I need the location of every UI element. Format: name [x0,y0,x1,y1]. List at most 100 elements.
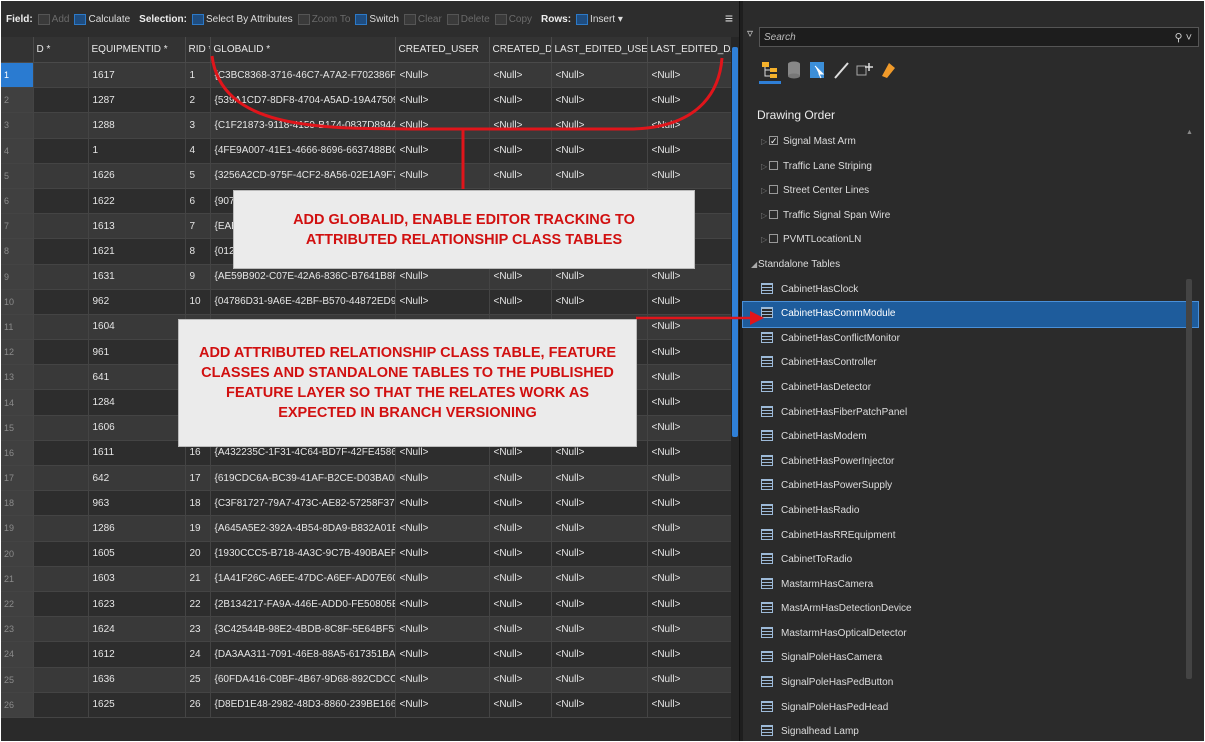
equipmentid-cell[interactable]: 1287 [88,87,186,114]
objectid-cell[interactable] [33,314,89,341]
column-header[interactable]: D * [33,37,89,63]
objectid-cell[interactable] [33,515,89,542]
visibility-checkbox[interactable] [769,209,778,219]
objectid-cell[interactable] [33,138,89,164]
last-edited-date-cell[interactable]: <Null> [647,87,732,114]
standalone-table-item[interactable]: CabinetHasRadio [743,499,1198,524]
objectid-cell[interactable] [33,566,89,592]
last-edited-date-cell[interactable]: <Null> [647,314,732,341]
globalid-cell[interactable]: {C3F81727-79A7-473C-AE82-57258F37D3C5} [210,490,396,517]
created-user-cell[interactable]: <Null> [395,692,490,718]
created-user-cell[interactable]: <Null> [395,289,490,315]
rid-cell[interactable]: 4 [185,138,211,164]
layer-item[interactable]: ▷ PVMTLocationLN [743,228,1198,253]
last-edited-user-cell[interactable]: <Null> [551,692,648,718]
last-edited-user-cell[interactable]: <Null> [551,138,648,164]
last-edited-date-cell[interactable]: <Null> [647,515,732,542]
last-edited-user-cell[interactable]: <Null> [551,541,648,567]
objectid-cell[interactable] [33,389,89,416]
created-date-cell[interactable]: <Null> [489,163,552,189]
last-edited-user-cell[interactable]: <Null> [551,112,648,139]
created-user-cell[interactable]: <Null> [395,465,490,492]
last-edited-user-cell[interactable]: <Null> [551,616,648,643]
created-date-cell[interactable]: <Null> [489,591,552,618]
row-number-cell[interactable]: 18 [1,490,34,517]
select-by-attributes-button[interactable]: Select By Attributes [191,13,293,25]
objectid-cell[interactable] [33,667,89,693]
standalone-table-item[interactable]: CabinetHasRREquipment [743,524,1198,549]
created-date-cell[interactable]: <Null> [489,641,552,668]
visibility-checkbox[interactable] [769,185,778,195]
standalone-table-item[interactable]: CabinetHasDetector [743,376,1198,401]
table-menu-icon[interactable]: ≡ [725,11,733,25]
contents-search-input[interactable]: Search ⚲ ˅ [759,27,1199,47]
created-user-cell[interactable]: <Null> [395,616,490,643]
contents-scroll-thumb[interactable] [1186,279,1192,679]
row-number-cell[interactable]: 1 [1,62,34,89]
standalone-table-item[interactable]: MastarmHasCamera [743,573,1198,598]
last-edited-date-cell[interactable]: <Null> [647,112,732,139]
globalid-cell[interactable]: {D8ED1E48-2982-48D3-8860-239BE1667245} [210,692,396,718]
insert-rows-button[interactable]: Insert ▾ [576,13,623,25]
table-row[interactable]: 212872{539A1CD7-8DF8-4704-A5AD-19A475090… [1,87,732,114]
objectid-cell[interactable] [33,641,89,668]
equipmentid-cell[interactable]: 1636 [88,667,186,693]
last-edited-date-cell[interactable]: <Null> [647,541,732,567]
equipmentid-cell[interactable]: 1624 [88,616,186,643]
table-row[interactable]: 516265{3256A2CD-975F-4CF2-8A56-02E1A9F7E… [1,163,732,189]
created-user-cell[interactable]: <Null> [395,541,490,567]
created-user-cell[interactable]: <Null> [395,490,490,517]
expand-icon[interactable]: ▷ [761,137,767,146]
last-edited-user-cell[interactable]: <Null> [551,566,648,592]
clear-button[interactable]: Clear [403,13,442,25]
rid-cell[interactable]: 1 [185,62,211,89]
last-edited-date-cell[interactable]: <Null> [647,566,732,592]
data-source-view-icon[interactable] [783,59,805,81]
standalone-table-item[interactable]: CabinetToRadio [743,548,1198,573]
equipmentid-cell[interactable]: 963 [88,490,186,517]
row-number-cell[interactable]: 24 [1,641,34,668]
zoom-to-button[interactable]: Zoom To [297,13,350,25]
created-date-cell[interactable]: <Null> [489,465,552,492]
row-header-corner[interactable] [1,37,34,63]
objectid-cell[interactable] [33,112,89,139]
row-number-cell[interactable]: 11 [1,314,34,341]
equipmentid-cell[interactable]: 1604 [88,314,186,341]
table-vertical-scrollbar[interactable] [731,37,739,741]
created-date-cell[interactable]: <Null> [489,289,552,315]
standalone-table-item[interactable]: CabinetHasCommModule [742,301,1199,328]
last-edited-date-cell[interactable]: <Null> [647,289,732,315]
table-row[interactable]: 24 1612 24 {DA3AA311-7091-46E8-88A5-617351B… [1,641,732,668]
equipmentid-cell[interactable]: 1612 [88,641,186,668]
row-number-cell[interactable]: 17 [1,465,34,492]
visibility-checkbox[interactable]: ✓ [769,136,778,146]
scroll-up-icon[interactable]: ▲ [1186,129,1193,136]
created-date-cell[interactable]: <Null> [489,515,552,542]
last-edited-date-cell[interactable]: <Null> [647,364,732,391]
objectid-cell[interactable] [33,440,89,467]
last-edited-user-cell[interactable]: <Null> [551,667,648,693]
last-edited-user-cell[interactable]: <Null> [551,62,648,89]
last-edited-date-cell[interactable]: <Null> [647,138,732,164]
drawing-order-view-icon[interactable] [759,59,781,84]
row-number-cell[interactable]: 8 [1,238,34,265]
objectid-cell[interactable] [33,238,89,265]
rid-cell[interactable]: 20 [185,541,211,567]
row-number-cell[interactable]: 10 [1,289,34,315]
equipmentid-cell[interactable]: 641 [88,364,186,391]
table-row[interactable]: 116171{C3BC8368-3716-46C7-A7A2-F702386F5… [1,62,732,89]
equipmentid-cell[interactable]: 1603 [88,566,186,592]
globalid-cell[interactable]: {A645A5E2-392A-4B54-8DA9-B832A01E93B9} [210,515,396,542]
last-edited-date-cell[interactable]: <Null> [647,415,732,441]
standalone-table-item[interactable]: SignalPoleHasCamera [743,646,1198,671]
objectid-cell[interactable] [33,364,89,391]
globalid-cell[interactable]: {619CDC6A-BC39-41AF-B2CE-D03BA0FC71D1} [210,465,396,492]
standalone-table-item[interactable]: MastarmHasOpticalDetector [743,622,1198,647]
expand-icon[interactable]: ▷ [761,186,767,195]
equipmentid-cell[interactable]: 1617 [88,62,186,89]
objectid-cell[interactable] [33,692,89,718]
calculate-button[interactable]: Calculate [74,13,130,25]
expand-icon[interactable]: ▷ [761,211,767,220]
rid-cell[interactable]: 21 [185,566,211,592]
objectid-cell[interactable] [33,62,89,89]
